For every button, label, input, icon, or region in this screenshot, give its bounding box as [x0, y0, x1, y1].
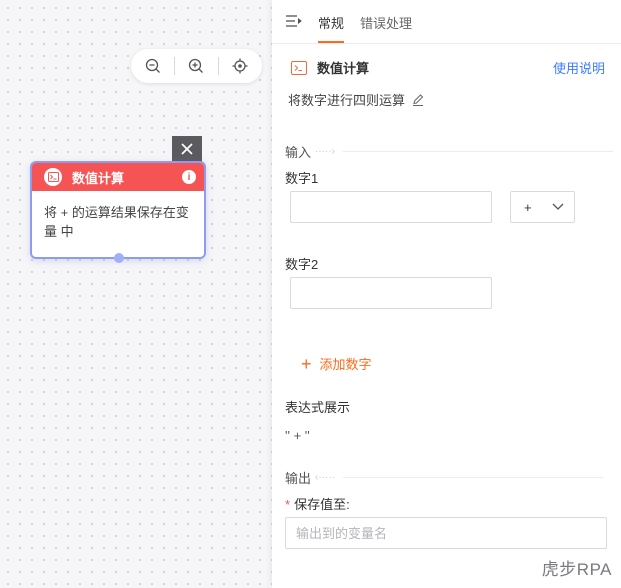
terminal-icon	[291, 60, 307, 75]
number2-label: 数字2	[285, 257, 319, 272]
terminal-icon	[44, 168, 62, 186]
operator-value: +	[524, 199, 532, 215]
edit-icon[interactable]	[411, 93, 425, 107]
help-link[interactable]: 使用说明	[553, 58, 605, 77]
panel-description: 将数字进行四则运算	[288, 93, 406, 108]
number1-label: 数字1	[285, 171, 319, 186]
expression-label: 表达式展示	[285, 400, 351, 415]
chevron-down-icon	[552, 203, 564, 210]
required-asterisk: *	[285, 497, 291, 512]
node-description: 将 + 的运算结果保存在变量 中	[44, 205, 189, 239]
zoom-toolbar	[131, 49, 262, 83]
dots-decoration: ·····›	[315, 146, 335, 157]
output-group-header: 输出 ‹·····	[285, 468, 603, 487]
input-group-label: 输入	[285, 145, 312, 160]
panel-title: 数值计算	[317, 61, 370, 76]
delete-node-button[interactable]	[172, 136, 202, 162]
section-header: 数值计算 使用说明	[291, 58, 605, 77]
node-title: 数值计算	[72, 170, 125, 186]
add-number-button[interactable]: + 添加数字	[301, 354, 372, 373]
close-icon	[181, 143, 193, 155]
save-to-label: * 保存值至:	[285, 494, 350, 513]
plus-icon: +	[301, 353, 312, 374]
properties-panel: 常规 错误处理 数值计算 使用说明 将数字进行四则运算 输入 ·····› 数字…	[272, 0, 621, 588]
expression-value: '' + ''	[285, 428, 310, 443]
zoom-out-icon	[145, 58, 161, 73]
divider	[343, 151, 613, 152]
separator	[174, 57, 176, 75]
output-variable-input[interactable]	[285, 517, 607, 549]
save-to-label-text: 保存值至:	[294, 497, 350, 512]
panel-tabs: 常规 错误处理	[272, 0, 621, 44]
description-row: 将数字进行四则运算	[288, 90, 425, 109]
locate-icon	[232, 58, 248, 74]
separator	[217, 57, 219, 75]
zoom-out-button[interactable]	[142, 55, 164, 77]
output-group-label: 输出	[285, 471, 312, 486]
operator-select[interactable]: +	[510, 191, 575, 223]
input-group-header: 输入 ·····›	[285, 142, 613, 161]
node-output-port[interactable]	[114, 253, 124, 263]
tab-general[interactable]: 常规	[318, 13, 345, 43]
dots-decoration: ‹·····	[315, 472, 335, 483]
node-header: 数值计算 i	[32, 163, 204, 191]
collapse-menu-icon[interactable]	[285, 13, 303, 29]
locate-button[interactable]	[229, 55, 251, 77]
tab-error-handling[interactable]: 错误处理	[360, 13, 412, 43]
number1-input[interactable]	[290, 191, 492, 223]
zoom-in-button[interactable]	[185, 55, 207, 77]
number2-input[interactable]	[290, 277, 492, 309]
zoom-in-icon	[189, 58, 204, 73]
watermark: 虎步RPA	[541, 560, 612, 579]
add-number-label: 添加数字	[319, 357, 372, 372]
info-icon[interactable]: i	[182, 170, 196, 184]
flow-node-numeric-calc[interactable]: 数值计算 i 将 + 的运算结果保存在变量 中	[30, 161, 206, 263]
flow-canvas[interactable]: 数值计算 i 将 + 的运算结果保存在变量 中	[0, 0, 272, 588]
divider	[343, 477, 603, 478]
